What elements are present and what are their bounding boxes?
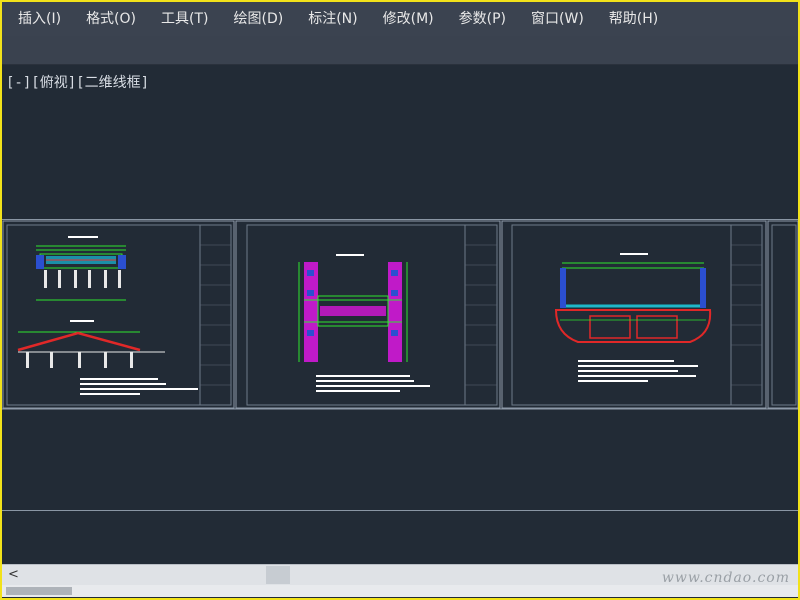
scroll-thumb[interactable] bbox=[266, 566, 290, 584]
sheet-3-drawing bbox=[554, 253, 712, 382]
status-bar bbox=[2, 585, 798, 597]
sheet-1-drawing bbox=[17, 236, 198, 395]
watermark-text: www.cndao.com bbox=[661, 570, 790, 586]
sheet-2-drawing bbox=[298, 254, 430, 392]
status-indicator bbox=[6, 587, 72, 595]
scroll-left-arrow-icon[interactable]: < bbox=[8, 566, 19, 584]
drawing-content bbox=[2, 220, 799, 410]
sheet-3-border bbox=[501, 220, 767, 409]
